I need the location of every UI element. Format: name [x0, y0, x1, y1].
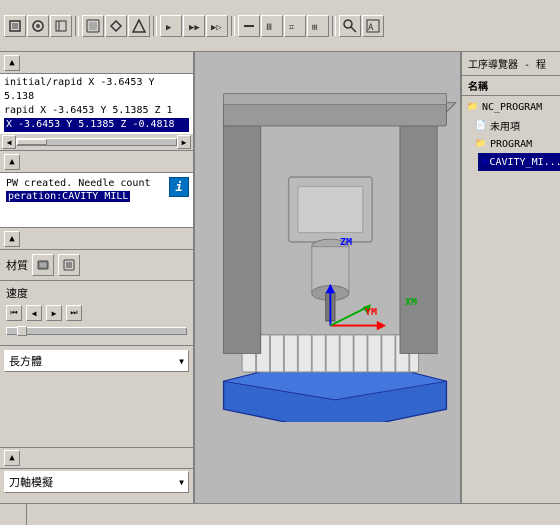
svg-text:▶: ▶: [166, 23, 172, 33]
material-section: ▲ 材質: [0, 228, 193, 281]
toolbar-btn-8[interactable]: ▶▶: [183, 15, 205, 37]
toolbar-btn-6[interactable]: [128, 15, 150, 37]
shape-dropdown[interactable]: 長方體 ▼: [4, 350, 189, 372]
svg-text:Ⅲ: Ⅲ: [266, 23, 272, 33]
toolbar-btn-5[interactable]: [105, 15, 127, 37]
speed-thumb[interactable]: [17, 326, 27, 336]
code-collapse-btn[interactable]: ▲: [4, 55, 20, 71]
toolbar-btn-4[interactable]: [82, 15, 104, 37]
machine-dropdown-label: 刀軸模擬: [9, 474, 53, 490]
nc-program-label: NC_PROGRAM: [482, 102, 542, 113]
msg-line-2: peration:CAVITY MILL: [6, 190, 163, 203]
toolbar-sep-4: [332, 16, 336, 36]
tree-item-program[interactable]: 📁 PROGRAM: [470, 135, 560, 153]
msg-highlight: peration:CAVITY MILL: [6, 191, 130, 202]
toolbar-sep-2: [153, 16, 157, 36]
toolbar-btn-9[interactable]: ▶▷: [206, 15, 228, 37]
y-axis-label: XM: [405, 297, 417, 308]
program-folder-icon: 📁: [474, 137, 488, 151]
code-line-2: rapid X -3.6453 Y 5.1385 Z 1: [4, 104, 189, 118]
unused-label: 未用項: [490, 118, 520, 133]
message-area: PW created. Needle count peration:CAVITY…: [2, 175, 167, 225]
svg-text:▶▷: ▶▷: [211, 23, 222, 33]
info-button[interactable]: i: [169, 177, 189, 197]
program-label: PROGRAM: [490, 139, 532, 150]
viewport[interactable]: ZM XM YM: [195, 52, 460, 503]
material-label: 材質: [6, 257, 28, 273]
toolbar-btn-10[interactable]: [238, 15, 260, 37]
bottom-header: ▲: [0, 447, 193, 469]
toolbar-btn-15[interactable]: A: [362, 15, 384, 37]
toolbar-sep-1: [75, 16, 79, 36]
play-start-btn[interactable]: ⏮: [6, 305, 22, 321]
x-axis-label: YM: [365, 307, 377, 318]
bottom-collapse-btn[interactable]: ▲: [4, 450, 20, 466]
speed-section: 速度 ⏮ ◀ ▶ ⏭: [0, 281, 193, 346]
material-collapse-btn[interactable]: ▲: [4, 231, 20, 247]
scroll-right-btn[interactable]: ▶: [177, 135, 191, 149]
speed-slider-row-2: [6, 327, 187, 335]
mill-icon: ⚙: [482, 155, 487, 169]
unused-icon: 📄: [474, 119, 488, 133]
left-panel: ▲ initial/rapid X -3.6453 Y 5.138 rapid …: [0, 52, 195, 503]
main-area: ▲ initial/rapid X -3.6453 Y 5.138 rapid …: [0, 52, 560, 503]
toolbar-btn-13[interactable]: ⊞: [307, 15, 329, 37]
code-line-3: X -3.6453 Y 5.1385 Z -0.4818: [4, 118, 189, 132]
play-next-btn[interactable]: ▶: [46, 305, 62, 321]
svg-text:⊞: ⊞: [312, 23, 317, 33]
toolbar-btn-3[interactable]: [50, 15, 72, 37]
machine-dropdown[interactable]: 刀軸模擬 ▼: [4, 471, 189, 493]
code-section: ▲ initial/rapid X -3.6453 Y 5.138 rapid …: [0, 52, 193, 151]
status-bar: [0, 503, 560, 525]
tree-item-cavity-mill[interactable]: ⚙ CAVITY_MI...: [478, 153, 560, 171]
play-prev-btn[interactable]: ◀: [26, 305, 42, 321]
tree-item-unused[interactable]: 📄 未用項: [470, 116, 560, 135]
rp-col-name: 名稱: [468, 82, 488, 93]
message-section: ▲ PW created. Needle count peration:CAVI…: [0, 151, 193, 228]
toolbar-btn-11[interactable]: Ⅲ: [261, 15, 283, 37]
nc-folder-icon: 📁: [466, 100, 480, 114]
toolbar-btn-12[interactable]: ⌗: [284, 15, 306, 37]
code-header: ▲: [0, 52, 193, 74]
toolbar-top: ▶ ▶▶ ▶▷ Ⅲ ⌗ ⊞ A: [0, 0, 560, 52]
material-btn-2[interactable]: [58, 254, 80, 276]
material-btn-1[interactable]: [32, 254, 54, 276]
toolbar-btn-2[interactable]: [27, 15, 49, 37]
msg-header: ▲: [0, 151, 193, 173]
msg-collapse-btn[interactable]: ▲: [4, 154, 20, 170]
z-axis-label: ZM: [340, 237, 352, 248]
scroll-thumb[interactable]: [17, 139, 47, 145]
speed-track[interactable]: [6, 327, 187, 335]
rp-title: 工序導覽器 - 程: [468, 56, 546, 71]
speed-label: 速度: [6, 285, 187, 301]
play-end-btn[interactable]: ⏭: [66, 305, 82, 321]
code-line-1: initial/rapid X -3.6453 Y 5.138: [4, 76, 189, 104]
toolbar-btn-1[interactable]: [4, 15, 26, 37]
shape-dropdown-label: 長方體: [9, 353, 42, 369]
toolbar-btn-7[interactable]: ▶: [160, 15, 182, 37]
toolbar-sep-3: [231, 16, 235, 36]
rp-col-header: 名稱: [462, 76, 560, 96]
cavity-mill-label: CAVITY_MI...: [489, 157, 560, 168]
code-output: initial/rapid X -3.6453 Y 5.138 rapid X …: [0, 74, 193, 134]
machine-dropdown-arrow-icon: ▼: [179, 478, 184, 487]
toolbar-btn-14[interactable]: [339, 15, 361, 37]
rp-header: 工序導覽器 - 程: [462, 52, 560, 76]
right-panel: 工序導覽器 - 程 名稱 📁 NC_PROGRAM 📄 未用項 📁 PROGRA…: [460, 52, 560, 503]
scroll-track[interactable]: [16, 138, 177, 146]
speed-slider-row: ⏮ ◀ ▶ ⏭: [6, 305, 187, 321]
svg-text:⌗: ⌗: [289, 23, 294, 33]
tree-item-nc-program[interactable]: 📁 NC_PROGRAM: [462, 98, 560, 116]
scroll-left-btn[interactable]: ◀: [2, 135, 16, 149]
msg-line-1: PW created. Needle count: [6, 177, 163, 190]
code-scrollbar[interactable]: ◀ ▶: [0, 134, 193, 150]
material-header: ▲: [0, 228, 193, 250]
svg-text:▶▶: ▶▶: [189, 23, 200, 33]
machine-3d: [205, 62, 460, 422]
dropdown-arrow-icon: ▼: [179, 357, 184, 366]
rp-tree: 📁 NC_PROGRAM 📄 未用項 📁 PROGRAM ⚙ CAVITY_MI…: [462, 96, 560, 503]
status-item-1: [4, 504, 27, 525]
svg-text:A: A: [368, 23, 374, 33]
